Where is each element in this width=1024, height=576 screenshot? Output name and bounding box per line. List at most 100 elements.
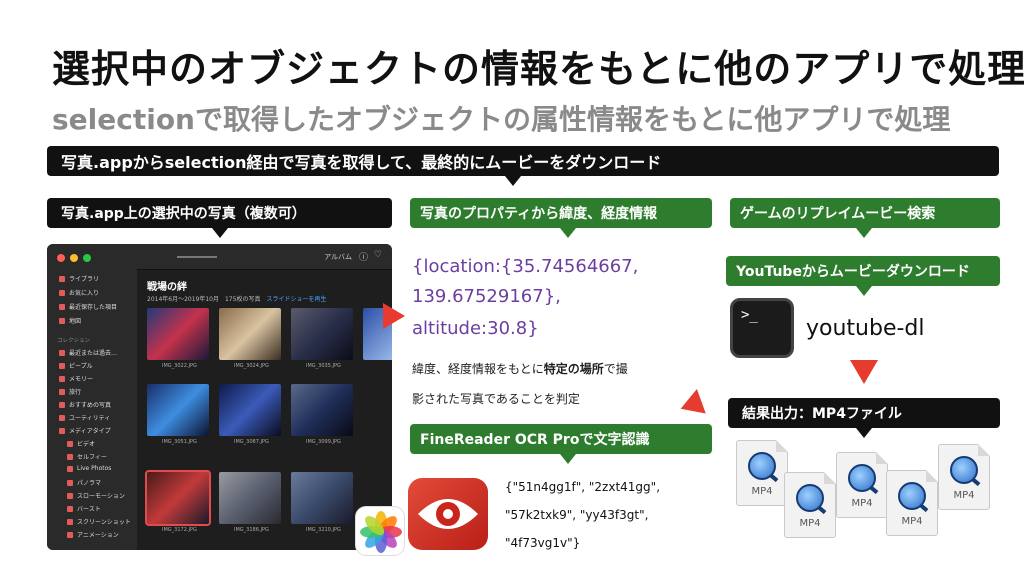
clock-icon [59, 303, 65, 310]
heart-icon [59, 289, 65, 296]
quicktime-icon [898, 482, 926, 510]
top-banner-pointer [505, 176, 521, 186]
sidebar-item-collection[interactable]: おすすめの写真 [59, 400, 111, 409]
photo-thumbnail[interactable] [291, 472, 353, 524]
album-title: 戦場の絆 [147, 282, 187, 293]
window-controls [57, 254, 91, 262]
photo-thumbnail[interactable] [291, 308, 353, 360]
featured-icon [59, 401, 65, 408]
slideshow-link[interactable]: スライドショーを再生 [266, 296, 326, 303]
sidebar-item-collection[interactable]: ユーティリティ [59, 413, 110, 422]
selfie-icon [67, 453, 73, 460]
photo-thumbnail[interactable] [219, 384, 281, 436]
info-icon[interactable]: ⓘ [359, 250, 368, 263]
ocr-banner-text: FineReader OCR Proで文字認識 [420, 432, 650, 448]
map-icon [59, 317, 65, 324]
sidebar-item-collection[interactable]: 旅行 [59, 387, 81, 396]
utilities-icon [59, 414, 65, 421]
photo-thumbnail[interactable] [291, 384, 353, 436]
replay-search-banner-text: ゲームのリプレイムービー検索 [740, 206, 936, 222]
properties-banner-pointer [560, 228, 576, 238]
mp4-label: MP4 [901, 516, 923, 527]
sidebar-item-collection[interactable]: Live Photos [67, 465, 111, 472]
album-nav-label[interactable]: アルバム [324, 252, 352, 262]
arrow-left-icon [676, 389, 706, 421]
mp4-label: MP4 [851, 498, 873, 509]
sidebar-item-collection[interactable]: セルフィー [67, 452, 107, 461]
photos-app-window: ライブラリ お気に入り 最近保存した項目 地図 コレクション 最近または過去… … [47, 244, 392, 550]
sidebar-item-map[interactable]: 地図 [59, 316, 81, 325]
trip-icon [59, 388, 65, 395]
library-icon [59, 275, 65, 282]
memories-icon [59, 375, 65, 382]
zoom-window-button[interactable] [83, 254, 91, 262]
zoom-slider[interactable] [177, 256, 217, 258]
finereader-app-icon [408, 478, 488, 550]
youtube-download-banner-text: YouTubeからムービーダウンロード [736, 264, 970, 280]
sidebar-item-collection[interactable]: メディアタイプ [59, 426, 111, 435]
slide-title: 選択中のオブジェクトの情報をもとに他のアプリで処理 [52, 47, 1024, 91]
location-description-line-1: 緯度、経度情報をもとに特定の場所で撮 [412, 362, 628, 376]
ocr-result-line-2: "57k2txk9", "yy43f3gt", [505, 508, 649, 522]
sidebar-item-collection[interactable]: バースト [67, 504, 101, 513]
sidebar-item-collection[interactable]: メモリー [59, 374, 93, 383]
animation-icon [67, 531, 73, 538]
minimize-window-button[interactable] [70, 254, 78, 262]
photo-filename: IMG_3022.JPG [162, 363, 197, 369]
ocr-result-line-1: {"51n4gg1f", "2zxt41gg", [505, 480, 661, 494]
photos-flower-icon [360, 511, 402, 553]
properties-banner: 写真のプロパティから緯度、経度情報 [410, 198, 712, 228]
ocr-banner-pointer [560, 454, 576, 464]
photos-sidebar: ライブラリ お気に入り 最近保存した項目 地図 コレクション 最近または過去… … [47, 244, 137, 550]
quicktime-icon [748, 452, 776, 480]
youtube-dl-label: youtube-dl [806, 316, 925, 341]
result-banner: 結果出力：MP4ファイル [728, 398, 1000, 428]
media-type-icon [59, 427, 65, 434]
sidebar-item-collection[interactable]: パノラマ [67, 478, 101, 487]
sidebar-item-collection[interactable]: アニメーション [67, 530, 119, 539]
finereader-eye-icon [418, 499, 478, 529]
sidebar-item-recents[interactable]: 最近保存した項目 [59, 302, 117, 311]
photo-filename: IMG_3051.JPG [162, 439, 197, 445]
highlight-text: 特定の場所 [543, 362, 604, 376]
mp4-file-icon: MP4 [886, 470, 938, 536]
heart-icon[interactable]: ♡ [374, 250, 382, 260]
video-icon [67, 440, 73, 447]
memory-icon [59, 349, 65, 356]
photo-filename: IMG_3172.JPG [162, 527, 197, 533]
top-banner-text: 写真.appからselection経由で写真を取得して、最終的にムービーをダウン… [61, 153, 662, 172]
location-line-3: altitude:30.8} [412, 318, 539, 339]
photos-banner-pointer [212, 228, 228, 238]
close-window-button[interactable] [57, 254, 65, 262]
sidebar-item-collection[interactable]: ピープル [59, 361, 93, 370]
sidebar-item-collection[interactable]: スクリーンショット [67, 517, 131, 526]
screenshot-icon [67, 518, 73, 525]
people-icon [59, 362, 65, 369]
sidebar-item-library[interactable]: ライブラリ [59, 274, 99, 283]
mp4-file-icon: MP4 [938, 444, 990, 510]
mp4-file-icon: MP4 [784, 472, 836, 538]
mp4-file-icon: MP4 [836, 452, 888, 518]
photo-filename: IMG_3186.JPG [234, 527, 269, 533]
photo-thumbnail[interactable] [147, 308, 209, 360]
mp4-label: MP4 [953, 490, 975, 501]
replay-search-banner: ゲームのリプレイムービー検索 [730, 198, 1000, 228]
photo-thumbnail-selected[interactable] [145, 470, 211, 526]
photo-thumbnail[interactable] [219, 308, 281, 360]
sidebar-item-collection[interactable]: スローモーション [67, 491, 125, 500]
slowmo-icon [67, 492, 73, 499]
quicktime-icon [848, 464, 876, 492]
photo-thumbnail[interactable] [219, 472, 281, 524]
arrow-down-icon [850, 360, 878, 384]
sidebar-item-favorites[interactable]: お気に入り [59, 288, 99, 297]
photo-filename: IMG_3099.JPG [306, 439, 341, 445]
ocr-banner: FineReader OCR Proで文字認識 [410, 424, 712, 454]
sidebar-item-collection[interactable]: 最近または過去… [59, 348, 117, 357]
terminal-app-icon: >_ [730, 298, 794, 358]
sidebar-item-collection[interactable]: ビデオ [67, 439, 95, 448]
photo-thumbnail[interactable] [147, 384, 209, 436]
properties-banner-text: 写真のプロパティから緯度、経度情報 [420, 206, 658, 222]
quicktime-icon [796, 484, 824, 512]
photos-app-icon [355, 506, 405, 556]
mp4-label: MP4 [751, 486, 773, 497]
